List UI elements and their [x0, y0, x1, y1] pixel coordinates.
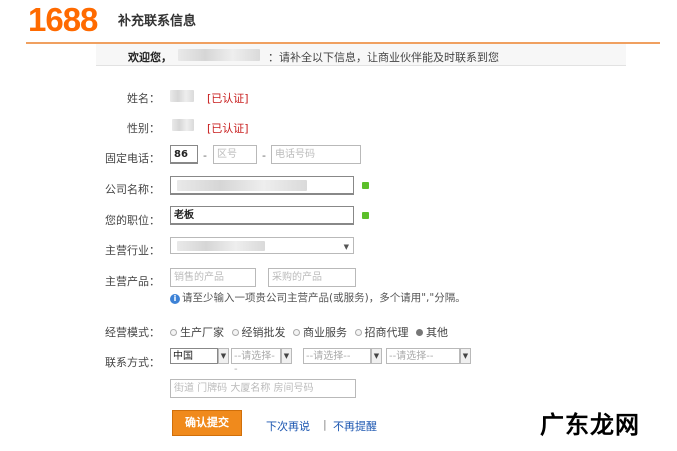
watermark: 广东龙网: [540, 411, 640, 439]
phone-label: 固定电话：: [105, 152, 160, 165]
chevron-down-icon[interactable]: ▼: [460, 348, 471, 364]
sell-products-input[interactable]: 销售的产品: [170, 268, 256, 287]
business-mode-option[interactable]: 经销批发: [231, 326, 286, 339]
redacted-username: [178, 49, 260, 61]
redacted-industry: [177, 241, 265, 251]
industry-select[interactable]: ▼: [170, 237, 354, 254]
address-input[interactable]: 街道 门牌码 大厦名称 房间号码: [170, 379, 356, 398]
buy-products-input[interactable]: 采购的产品: [268, 268, 356, 287]
city-select[interactable]: --请选择--: [303, 348, 371, 364]
industry-label: 主营行业：: [105, 244, 160, 257]
chevron-down-icon[interactable]: ▼: [281, 348, 292, 364]
gender-label: 性别：: [127, 122, 160, 135]
country-select[interactable]: 中国: [170, 348, 218, 364]
redacted-company: [177, 180, 307, 191]
no-remind-link[interactable]: 不再提醒: [333, 418, 377, 434]
radio-icon: [354, 329, 362, 336]
info-icon: i: [170, 294, 180, 304]
phone-number-input[interactable]: 电话号码: [271, 145, 361, 164]
gender-verified-badge: [已认证]: [207, 122, 249, 135]
chevron-down-icon[interactable]: ▼: [371, 348, 382, 364]
name-verified-badge: [已认证]: [207, 92, 249, 105]
check-icon: [362, 212, 369, 219]
page-title: 补充联系信息: [118, 14, 197, 29]
welcome-message: ：请补全以下信息，让商业伙伴能及时联系到您: [268, 51, 499, 64]
later-link[interactable]: 下次再说: [266, 418, 310, 434]
radio-checked-icon: [416, 329, 423, 336]
check-icon: [362, 182, 369, 189]
welcome-label: 欢迎您，: [128, 51, 172, 64]
header: 1688 补充联系信息: [0, 0, 677, 44]
link-separator: |: [323, 418, 327, 431]
radio-icon: [170, 329, 177, 336]
company-name-input[interactable]: [170, 176, 354, 195]
redacted-gender: [172, 119, 194, 131]
business-mode-option-selected[interactable]: 其他: [416, 326, 448, 339]
name-label: 姓名：: [127, 92, 160, 105]
redacted-name: [170, 90, 194, 102]
products-label: 主营产品：: [105, 275, 160, 288]
radio-icon: [293, 329, 300, 336]
country-code-input[interactable]: 86: [170, 145, 198, 164]
products-hint: i 请至少输入一项贵公司主营产品(或服务)，多个请用","分隔。: [170, 290, 466, 305]
products-hint-text: 请至少输入一项贵公司主营产品(或服务)，多个请用","分隔。: [182, 292, 466, 304]
phone-dash-2: -: [262, 149, 266, 162]
position-input[interactable]: 老板: [170, 206, 354, 225]
chevron-down-icon: ▼: [343, 243, 349, 251]
business-mode-option[interactable]: 商业服务: [293, 326, 347, 339]
business-mode-options: 生产厂家 经销批发 商业服务 招商代理 其他: [170, 324, 452, 340]
welcome-bar: 欢迎您， ：请补全以下信息，让商业伙伴能及时联系到您: [96, 44, 626, 66]
radio-icon: [231, 329, 239, 336]
business-mode-option[interactable]: 生产厂家: [170, 326, 224, 339]
district-select[interactable]: --请选择--: [386, 348, 460, 364]
phone-dash-1: -: [203, 149, 207, 162]
submit-button[interactable]: 确认提交: [172, 410, 242, 436]
business-mode-label: 经营模式：: [105, 326, 160, 339]
logo: 1688: [28, 1, 98, 38]
company-label: 公司名称：: [105, 183, 160, 196]
position-label: 您的职位：: [105, 214, 160, 227]
chevron-down-icon[interactable]: ▼: [218, 348, 229, 364]
business-mode-option[interactable]: 招商代理: [354, 326, 409, 339]
area-code-input[interactable]: 区号: [213, 145, 257, 164]
contact-label: 联系方式：: [105, 356, 160, 369]
province-select[interactable]: --请选择--: [231, 348, 281, 375]
